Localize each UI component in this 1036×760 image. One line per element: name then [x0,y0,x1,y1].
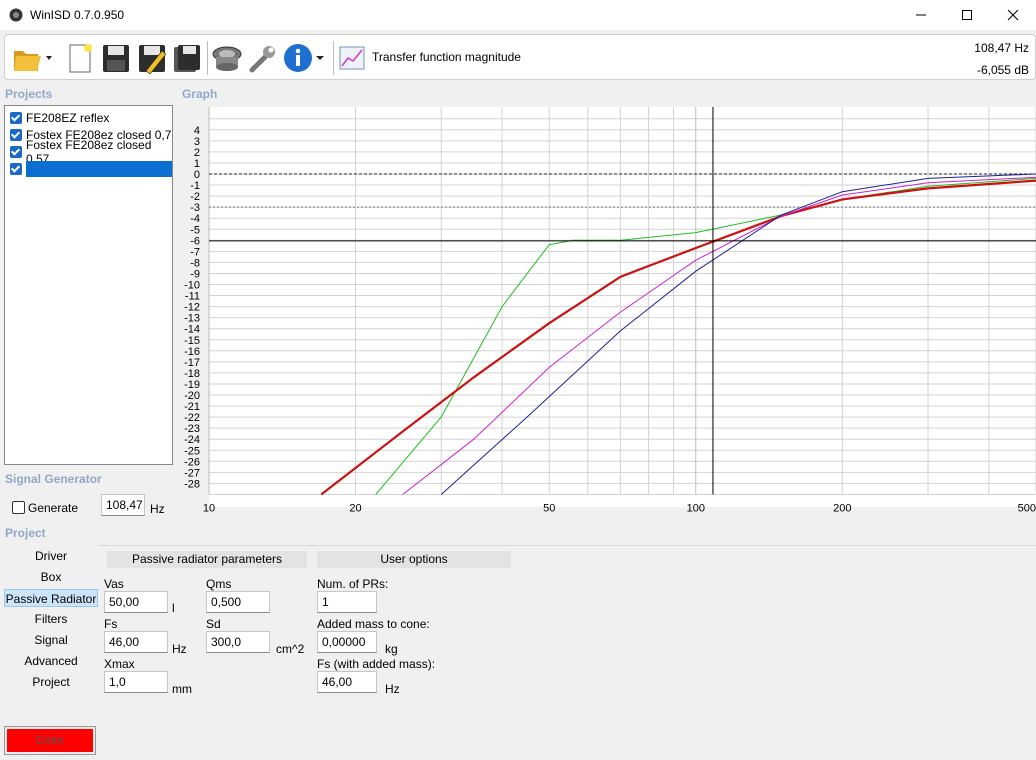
graph-type-label: Transfer function magnitude [372,50,521,64]
sd-label: Sd [206,617,221,631]
nav-passive-radiator[interactable]: Passive Radiator [4,589,98,607]
save-button[interactable] [97,40,133,76]
x-tick-label: 100 [687,502,705,514]
xmax-unit: mm [172,682,192,696]
nav-filters[interactable]: Filters [4,610,98,628]
transfer-function-graph[interactable]: 43210-1-2-3-4-5-6-7-8-9-10-11-12-13-14-1… [176,100,1036,530]
project-item-1[interactable]: FE208EZ reflex [7,110,172,126]
qms-input[interactable]: 0,500 [206,591,270,613]
qms-label: Qms [206,577,232,591]
new-project-button[interactable] [61,40,97,76]
project-item-3[interactable]: Fostex FE208ez closed 0,57 [7,138,172,166]
readout-level: -6,055 dB [976,63,1029,77]
generate-label: Generate [28,501,79,515]
maximize-icon [962,10,972,20]
project-item-4[interactable] [7,161,172,177]
sd-unit: cm^2 [276,642,305,656]
y-tick-labels: 43210-1-2-3-4-5-6-7-8-9-10-11-12-13-14-1… [184,125,200,491]
close-button[interactable] [990,0,1036,30]
fs-added-label: Fs (with added mass): [317,657,436,671]
toolbar: Transfer function magnitude 108,47 Hz -6… [4,34,1036,80]
project-checkbox[interactable] [10,112,22,124]
x-tick-label: 10 [203,502,215,514]
save-as-button[interactable] [133,40,169,76]
pr-params-header: Passive radiator parameters [107,551,307,568]
x-tick-label: 50 [543,502,555,514]
nav-project[interactable]: Project [4,673,98,691]
vas-input[interactable]: 50,00 [104,591,168,613]
readout-frequency: 108,47 Hz [974,41,1029,55]
added-mass-input[interactable]: 0,00000 [317,631,377,653]
new-document-icon [69,44,92,73]
fs-label: Fs [104,617,118,631]
nav-advanced[interactable]: Advanced [4,652,98,670]
added-mass-label: Added mass to cone: [317,617,430,631]
save-icon [103,45,129,72]
wrench-icon [249,46,275,73]
project-checkbox[interactable] [10,146,22,158]
x-tick-label: 500 [1018,502,1036,514]
info-icon [284,44,312,72]
fs-added-input[interactable]: 46,00 [317,671,377,693]
xmax-input[interactable]: 1,0 [104,671,168,693]
minimize-button[interactable] [898,0,944,30]
vas-label: Vas [104,577,124,591]
num-prs-input[interactable]: 1 [317,591,377,613]
sd-input[interactable]: 300,0 [206,631,270,653]
fs-added-unit: Hz [385,682,400,696]
nav-box[interactable]: Box [4,568,98,586]
nav-signal[interactable]: Signal [4,631,98,649]
project-checkbox[interactable] [10,129,22,141]
save-as-icon [139,45,166,74]
fs-input[interactable]: 46,00 [104,631,168,653]
num-prs-label: Num. of PRs: [317,577,389,591]
generate-checkbox[interactable] [12,501,25,514]
speaker-driver-icon [212,46,242,71]
title-bar: WinISD 0.7.0.950 [0,0,1036,30]
about-dropdown-button[interactable] [313,40,327,76]
window-title: WinISD 0.7.0.950 [30,8,125,22]
x-tick-label: 20 [349,502,361,514]
project-checkbox[interactable] [10,163,22,175]
signal-frequency-unit: Hz [150,502,165,516]
added-mass-unit: kg [385,642,398,656]
project-name-selected [26,161,172,177]
toolbar-separator [207,41,208,75]
nav-driver[interactable]: Driver [4,547,98,565]
open-project-button[interactable] [11,40,55,76]
color-button[interactable]: Color [4,726,96,755]
signal-frequency-input[interactable]: 108,47 [101,494,145,516]
signal-generator-label: Signal Generator [5,472,102,486]
projects-label: Projects [5,87,53,101]
x-tick-label: 200 [833,502,851,514]
save-all-button[interactable] [169,40,205,76]
save-all-icon [174,45,200,72]
project-section-label: Project [5,526,46,540]
driver-editor-button[interactable] [209,40,245,76]
projects-list[interactable]: FE208EZ reflex Fostex FE208ez closed 0,7… [4,105,173,465]
about-button[interactable] [281,40,317,76]
folder-open-icon [14,51,52,71]
chart-line-icon [339,46,365,70]
vas-unit: l [172,601,175,615]
user-options-header: User options [317,551,511,568]
minimize-icon [916,14,926,16]
close-icon [1007,9,1019,21]
graph-label: Graph [182,87,218,101]
settings-button[interactable] [245,40,281,76]
graph-type-button[interactable] [337,40,367,76]
toolbar-separator [333,41,334,75]
project-name: FE208EZ reflex [26,111,110,125]
xmax-label: Xmax [104,657,135,671]
dropdown-arrow-icon [316,56,324,60]
y-tick-label: -28 [184,478,200,490]
maximize-button[interactable] [944,0,990,30]
fs-unit: Hz [172,642,187,656]
app-icon [9,8,23,22]
